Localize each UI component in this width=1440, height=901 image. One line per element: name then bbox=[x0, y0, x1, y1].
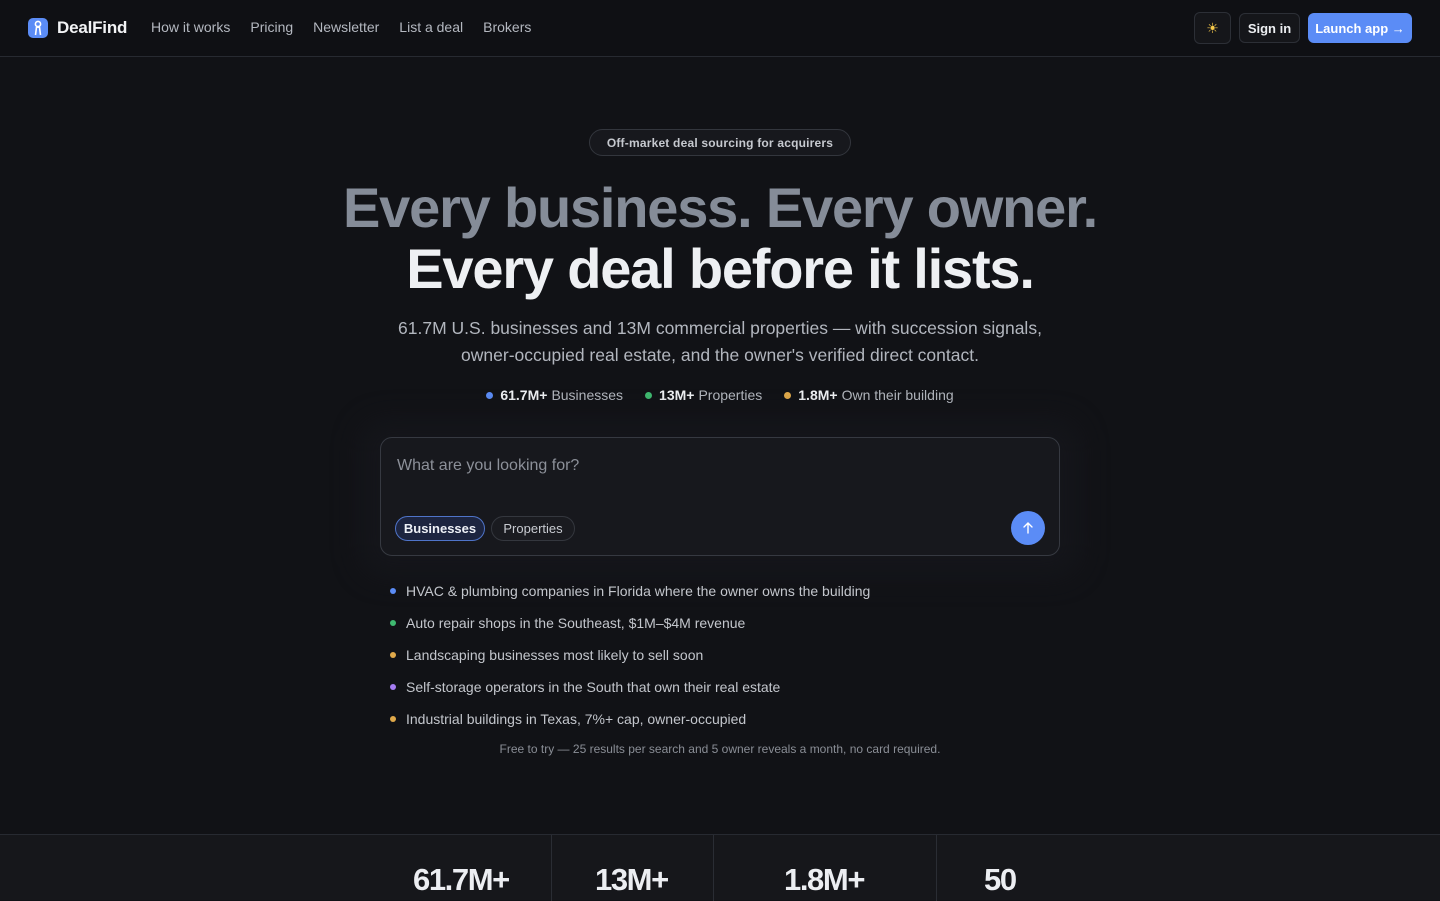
arrow-up-icon bbox=[1023, 522, 1033, 534]
status-dot bbox=[784, 391, 792, 399]
stat-businesses-value: 61.7M+ bbox=[413, 862, 510, 897]
nav-link-pricing[interactable]: Pricing bbox=[250, 19, 293, 35]
eyebrow-badge: Off-market deal sourcing for acquirers bbox=[589, 129, 851, 156]
hero-stats: 61.7M+ Businesses 13M+ Properties 1.8M+ Own… bbox=[0, 387, 1440, 403]
tab-businesses[interactable]: Businesses bbox=[395, 516, 485, 541]
suggestion-list: HVAC & plumbing companies in Florida whe… bbox=[390, 575, 870, 735]
suggestion-item[interactable]: Landscaping businesses most likely to se… bbox=[390, 639, 870, 671]
nav-links: How it works Pricing Newsletter List a d… bbox=[151, 19, 531, 35]
headline-line-1: Every business. Every owner. bbox=[343, 176, 1098, 239]
brand-logo-link[interactable]: DealFind bbox=[28, 17, 127, 39]
stat-fourth-value: 50 bbox=[984, 862, 1017, 897]
hero-stat-properties: 13M+ Properties bbox=[645, 387, 762, 403]
free-trial-note: Free to try — 25 results per search and … bbox=[499, 742, 941, 756]
suggestion-item[interactable]: Self-storage operators in the South that… bbox=[390, 671, 870, 703]
stats-band: 61.7M+ 13M+ 1.8M+ 50 bbox=[0, 834, 1440, 901]
stat-divider bbox=[713, 835, 714, 901]
nav-link-how-it-works[interactable]: How it works bbox=[151, 19, 230, 35]
status-dot bbox=[645, 391, 653, 399]
person-key-icon bbox=[28, 18, 48, 38]
status-dot bbox=[486, 391, 494, 399]
search-box: Businesses Properties bbox=[380, 437, 1060, 556]
bullet-dot bbox=[390, 652, 396, 658]
bullet-dot bbox=[390, 588, 396, 594]
stat-properties-value: 13M+ bbox=[595, 862, 669, 897]
headline-line-2: Every deal before it lists. bbox=[406, 237, 1035, 300]
theme-toggle-button[interactable]: ☀ bbox=[1194, 12, 1231, 44]
stat-own-building-value: 1.8M+ bbox=[784, 862, 865, 897]
suggestion-item[interactable]: HVAC & plumbing companies in Florida whe… bbox=[390, 575, 870, 607]
sign-in-button[interactable]: Sign in bbox=[1239, 13, 1300, 43]
hero-stat-businesses: 61.7M+ Businesses bbox=[486, 387, 623, 403]
nav-link-brokers[interactable]: Brokers bbox=[483, 19, 531, 35]
hero-stat-own-building: 1.8M+ Own their building bbox=[784, 387, 954, 403]
suggestion-item[interactable]: Industrial buildings in Texas, 7%+ cap, … bbox=[390, 703, 870, 735]
bullet-dot bbox=[390, 620, 396, 626]
sun-icon: ☀ bbox=[1206, 19, 1219, 36]
launch-app-button[interactable]: Launch app → bbox=[1308, 13, 1412, 43]
brand-name: DealFind bbox=[57, 18, 128, 37]
suggestion-item[interactable]: Auto repair shops in the Southeast, $1M–… bbox=[390, 607, 870, 639]
bullet-dot bbox=[390, 684, 396, 690]
search-input[interactable] bbox=[397, 454, 1017, 478]
hero-subhead: 61.7M U.S. businesses and 13M commercial… bbox=[398, 318, 1042, 365]
stat-divider bbox=[936, 835, 937, 901]
tab-properties[interactable]: Properties bbox=[491, 516, 575, 541]
nav-link-list-a-deal[interactable]: List a deal bbox=[399, 19, 463, 35]
top-nav: DealFind How it works Pricing Newsletter… bbox=[0, 0, 1440, 57]
nav-link-newsletter[interactable]: Newsletter bbox=[313, 19, 379, 35]
bullet-dot bbox=[390, 716, 396, 722]
stat-divider bbox=[551, 835, 552, 901]
search-submit-button[interactable] bbox=[1011, 511, 1045, 545]
